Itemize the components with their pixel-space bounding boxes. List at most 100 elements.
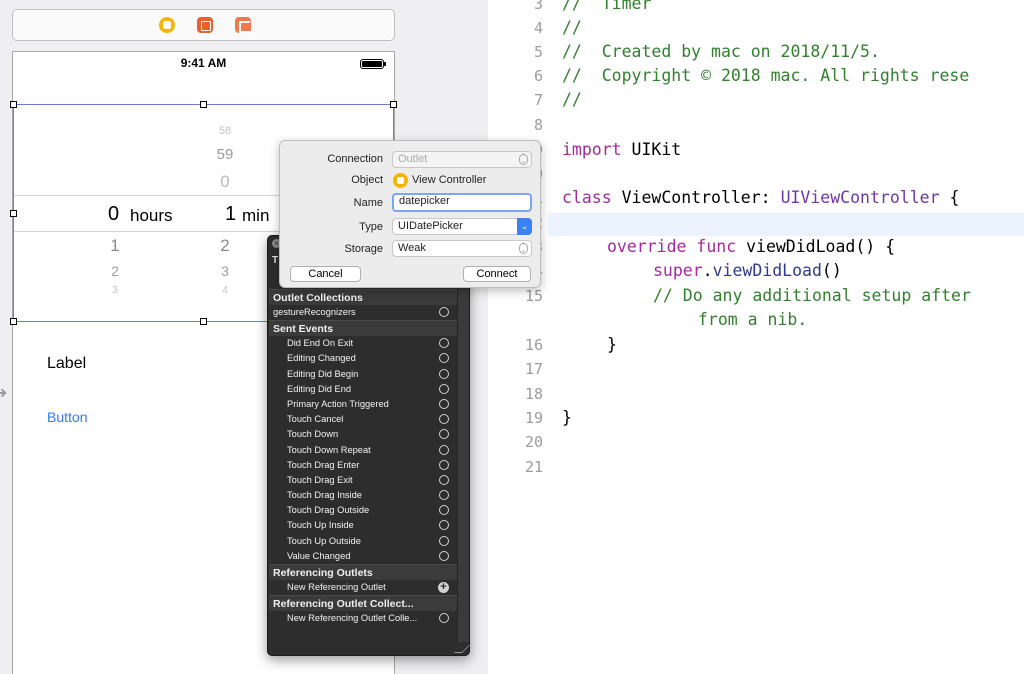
connection-row[interactable]: Touch Drag Exit <box>269 473 459 488</box>
connection-circle-icon[interactable] <box>439 444 449 455</box>
line-number: 6 <box>533 67 543 85</box>
resize-handle[interactable] <box>10 101 17 108</box>
cancel-button[interactable]: Cancel <box>290 266 361 282</box>
connection-row[interactable]: New Referencing Outlet Colle... <box>269 611 459 626</box>
connection-label: Touch Down Repeat <box>287 444 371 455</box>
connection-label: Did End On Exit <box>287 338 354 349</box>
connection-row[interactable]: Touch Up Outside <box>269 534 459 549</box>
resize-handle[interactable] <box>200 318 207 325</box>
connect-button[interactable]: Connect <box>463 266 531 282</box>
name-label: Name <box>353 197 383 209</box>
code-line[interactable]: } <box>607 335 617 354</box>
connection-label: Editing Did Begin <box>287 368 359 379</box>
resize-handle[interactable] <box>10 318 17 325</box>
code-token: class <box>562 188 612 207</box>
code-line[interactable]: override func viewDidLoad() { <box>607 237 895 256</box>
code-line[interactable]: from a nib. <box>698 310 807 329</box>
resize-handle[interactable] <box>390 101 397 108</box>
code-line[interactable]: import UIKit <box>562 140 681 159</box>
connection-row[interactable]: Touch Down <box>269 427 459 442</box>
line-number: 16 <box>524 336 543 354</box>
connection-circle-icon[interactable] <box>439 307 449 317</box>
section-header: Outlet Collections <box>269 289 459 305</box>
connection-row[interactable]: Value Changed <box>269 549 459 564</box>
hud-title: T <box>272 255 279 266</box>
resize-handle[interactable] <box>10 210 17 217</box>
first-responder-icon[interactable] <box>197 17 213 33</box>
connection-circle-icon[interactable] <box>439 353 449 364</box>
code-token: { <box>939 188 960 207</box>
code-token: // <box>562 90 582 109</box>
label-view[interactable]: Label <box>47 355 86 373</box>
connection-circle-icon[interactable] <box>439 474 449 485</box>
code-line[interactable]: // <box>562 90 582 109</box>
code-token: } <box>607 335 617 354</box>
connection-circle-icon[interactable] <box>439 459 449 470</box>
stepper-icon: ⌃ ⌄ <box>519 243 528 254</box>
picker-value: 4 <box>222 285 228 296</box>
connection-row[interactable]: gestureRecognizers <box>269 305 459 320</box>
code-line[interactable]: // Timer <box>562 0 651 13</box>
line-number: 8 <box>533 116 543 134</box>
storage-select[interactable]: Weak ⌃ ⌄ <box>392 240 532 257</box>
connection-row[interactable]: Touch Drag Enter <box>269 458 459 473</box>
add-connection-icon[interactable]: + <box>438 582 449 593</box>
connection-circle-icon[interactable] <box>439 490 449 501</box>
connection-row[interactable]: Did End On Exit <box>269 336 459 351</box>
connection-circle-icon[interactable] <box>439 505 449 516</box>
button-view[interactable]: Button <box>47 409 87 425</box>
connection-row[interactable]: Primary Action Triggered <box>269 397 459 412</box>
connection-row[interactable]: Editing Did Begin <box>269 367 459 382</box>
code-line[interactable]: // <box>562 18 582 37</box>
object-label: Object <box>351 174 383 186</box>
connection-row[interactable]: Touch Cancel <box>269 412 459 427</box>
view-controller-icon[interactable] <box>159 17 175 33</box>
code-token: // Copyright © 2018 mac. All rights rese <box>562 66 970 85</box>
connection-circle-icon[interactable] <box>439 429 449 440</box>
connection-circle-icon[interactable] <box>439 550 449 561</box>
resize-grip-icon[interactable] <box>454 645 470 653</box>
code-line[interactable]: } <box>562 408 572 427</box>
view-controller-icon <box>393 173 408 188</box>
code-token: from a nib. <box>698 310 808 329</box>
connection-circle-icon[interactable] <box>439 338 449 349</box>
status-bar-time: 9:41 AM <box>180 56 227 70</box>
connection-label: Touch Drag Outside <box>287 505 370 516</box>
connection-circle-icon[interactable] <box>439 613 449 624</box>
name-field[interactable]: datepicker <box>392 193 532 212</box>
connection-row[interactable]: Touch Drag Outside <box>269 503 459 518</box>
connection-row[interactable]: Touch Up Inside <box>269 518 459 533</box>
connection-circle-icon[interactable] <box>439 383 449 394</box>
code-editor[interactable]: 3 // Timer 4 // 5 // Created by mac on 2018/1… <box>488 0 1024 674</box>
code-line[interactable]: // Do any additional setup after <box>653 286 971 305</box>
type-combo[interactable]: UIDatePicker ⌄ <box>392 218 532 235</box>
code-line[interactable]: class ViewController: UIViewController { <box>562 188 959 207</box>
code-line[interactable]: // Copyright © 2018 mac. All rights rese <box>562 66 969 85</box>
chevron-down-icon[interactable]: ⌄ <box>517 218 532 235</box>
type-value: UIDatePicker <box>398 220 463 232</box>
connection-circle-icon[interactable] <box>439 535 449 546</box>
code-line[interactable]: super.viewDidLoad() <box>653 261 842 280</box>
code-line[interactable]: // Created by mac on 2018/11/5. <box>562 42 880 61</box>
connection-label: Primary Action Triggered <box>287 398 389 409</box>
connection-select[interactable]: Outlet ⌃ ⌄ <box>392 151 532 168</box>
connection-circle-icon[interactable] <box>439 520 449 531</box>
connection-row[interactable]: Editing Did End <box>269 382 459 397</box>
connection-row[interactable]: Touch Drag Inside <box>269 488 459 503</box>
picker-value: 3 <box>221 263 229 279</box>
connection-circle-icon[interactable] <box>439 398 449 409</box>
line-number: 21 <box>524 458 543 476</box>
connection-row[interactable]: Editing Changed <box>269 351 459 366</box>
hud-scrollbar[interactable] <box>457 289 469 642</box>
connection-circle-icon[interactable] <box>439 414 449 425</box>
picker-value: 1 <box>110 236 120 255</box>
connection-label: gestureRecognizers <box>273 307 356 317</box>
connection-row[interactable]: Touch Down Repeat <box>269 443 459 458</box>
connection-row[interactable]: New Referencing Outlet + <box>269 580 459 595</box>
exit-icon[interactable] <box>235 17 251 33</box>
line-number: 5 <box>533 43 543 61</box>
type-label: Type <box>359 221 383 233</box>
current-line-highlight <box>548 213 1024 236</box>
resize-handle[interactable] <box>200 101 207 108</box>
connection-circle-icon[interactable] <box>439 368 449 379</box>
